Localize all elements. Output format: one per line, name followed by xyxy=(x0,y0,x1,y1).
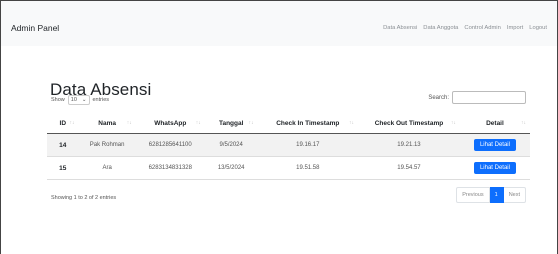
cell-tanggal: 13/5/2024 xyxy=(204,156,258,180)
cell-check-in: 19.16.17 xyxy=(257,133,358,157)
column-header-detail[interactable]: Detail ↑↓ xyxy=(459,113,530,134)
column-header-whatsapp[interactable]: WhatsApp ↑↓ xyxy=(135,113,205,134)
table-info: Showing 1 to 2 of 2 entries xyxy=(51,195,117,201)
column-header-check-in[interactable]: Check In Timestamp ↑↓ xyxy=(257,113,358,134)
show-label: Show xyxy=(51,97,65,103)
cell-tanggal: 9/5/2024 xyxy=(204,133,258,157)
navbar: Admin Panel Data Absensi Data Anggota Co… xyxy=(1,1,557,46)
sort-arrows-icon: ↑↓ xyxy=(248,120,254,126)
cell-detail: Lihat Detail xyxy=(459,133,530,157)
nav-links: Data Absensi Data Anggota Control Admin … xyxy=(383,25,547,31)
pagination-page-button[interactable]: 1 xyxy=(489,187,504,203)
cell-check-in: 19.51.58 xyxy=(257,156,358,180)
cell-whatsapp: 6281285641100 xyxy=(135,133,205,157)
nav-link-data-anggota[interactable]: Data Anggota xyxy=(423,25,458,31)
navbar-brand[interactable]: Admin Panel xyxy=(11,23,59,33)
data-table: ID ↑↓ Nama ↑↓ WhatsApp ↑↓ Tanggal ↑↓ Che… xyxy=(47,113,530,180)
entries-label: entries xyxy=(92,97,110,103)
lihat-detail-button[interactable]: Lihat Detail xyxy=(473,139,516,151)
column-header-tanggal[interactable]: Tanggal ↑↓ xyxy=(204,113,258,134)
cell-whatsapp: 6283134831328 xyxy=(135,156,205,180)
nav-link-control-admin[interactable]: Control Admin xyxy=(464,25,500,31)
cell-id: 14 xyxy=(47,133,79,157)
cell-check-out: 19.54.57 xyxy=(357,156,460,180)
column-header-label: Nama xyxy=(98,119,116,127)
entries-length-control: Show 10 ⌄ entries xyxy=(51,95,109,105)
sort-arrows-icon: ↑↓ xyxy=(521,120,526,126)
chevron-down-icon: ⌄ xyxy=(81,97,87,103)
sort-arrows-icon: ↑↓ xyxy=(69,120,75,126)
entries-select-value: 10 xyxy=(70,97,77,103)
column-header-label: WhatsApp xyxy=(154,119,187,127)
nav-link-import[interactable]: Import xyxy=(507,25,523,31)
nav-link-logout[interactable]: Logout xyxy=(529,25,547,31)
sort-arrows-icon: ↑↓ xyxy=(195,120,201,126)
sort-arrows-icon: ↑↓ xyxy=(450,120,456,126)
column-header-label: Check Out Timestamp xyxy=(374,119,444,127)
cell-nama: Ara xyxy=(78,156,136,180)
entries-select[interactable]: 10 ⌄ xyxy=(67,95,90,105)
cell-nama: Pak Rohman xyxy=(78,133,136,157)
search-label: Search: xyxy=(428,94,449,101)
table-row: 14 Pak Rohman 6281285641100 9/5/2024 19.… xyxy=(47,133,530,157)
column-header-label: ID xyxy=(59,119,67,127)
column-header-label: Tanggal xyxy=(218,119,244,127)
column-header-id[interactable]: ID ↑↓ xyxy=(47,113,79,134)
table-header-row: ID ↑↓ Nama ↑↓ WhatsApp ↑↓ Tanggal ↑↓ Che… xyxy=(47,113,530,134)
search-control: Search: xyxy=(428,91,526,104)
column-header-nama[interactable]: Nama ↑↓ xyxy=(78,113,136,134)
table-row: 15 Ara 6283134831328 13/5/2024 19.51.58 … xyxy=(47,156,530,180)
sort-arrows-icon: ↑↓ xyxy=(126,120,132,126)
pagination-next-button[interactable]: Next xyxy=(503,187,526,203)
lihat-detail-button[interactable]: Lihat Detail xyxy=(473,162,516,174)
nav-link-data-absensi[interactable]: Data Absensi xyxy=(383,25,417,31)
search-input[interactable] xyxy=(452,91,526,104)
column-header-label: Detail xyxy=(486,119,504,127)
cell-check-out: 19.21.13 xyxy=(357,133,460,157)
cell-id: 15 xyxy=(47,156,79,180)
pagination: Previous 1 Next xyxy=(456,187,526,203)
column-header-check-out[interactable]: Check Out Timestamp ↑↓ xyxy=(357,113,460,134)
column-header-label: Check In Timestamp xyxy=(276,119,340,127)
cell-detail: Lihat Detail xyxy=(459,156,530,180)
pagination-previous-button[interactable]: Previous xyxy=(456,187,490,203)
sort-arrows-icon: ↑↓ xyxy=(348,120,354,126)
